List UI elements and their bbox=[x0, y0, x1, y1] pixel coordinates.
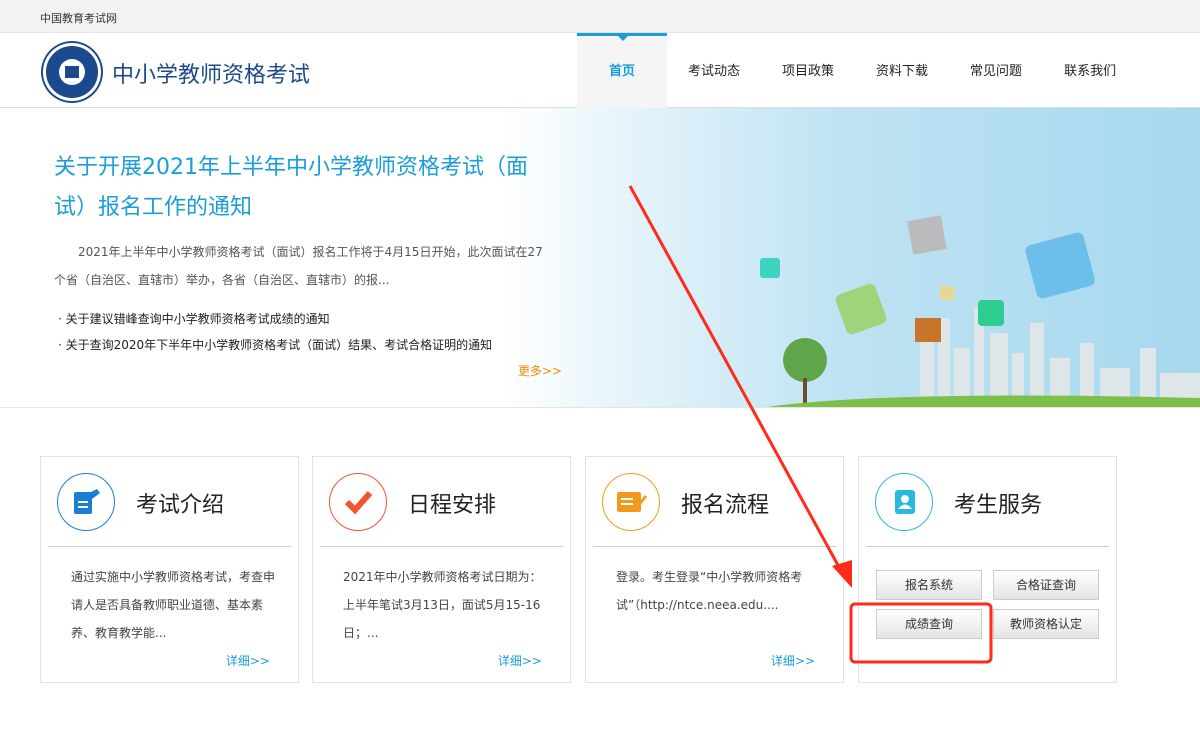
details-link[interactable]: 详细>> bbox=[771, 652, 815, 669]
card-exam-intro: 考试介绍 通过实施中小学教师资格考试，考查申请人是否具备教师职业道德、基本素养、… bbox=[40, 456, 299, 683]
headline-summary: 2021年上半年中小学教师资格考试（面试）报名工作将于4月15日开始，此次面试在… bbox=[54, 245, 543, 287]
form-edit-icon bbox=[602, 473, 660, 531]
floating-cubes-illustration bbox=[760, 215, 1095, 342]
card-candidate-services: 考生服务 报名系统 合格证查询 成绩查询 教师资格认定 bbox=[858, 456, 1117, 683]
more-link[interactable]: 更多>> bbox=[518, 362, 562, 379]
card-title: 日程安排 bbox=[408, 493, 497, 518]
top-bar: 中国教育考试网 bbox=[0, 0, 1200, 33]
card-title: 考生服务 bbox=[954, 493, 1043, 518]
card-description: 通过实施中小学教师资格考试，考查申请人是否具备教师职业道德、基本素养、教育教学能… bbox=[71, 570, 276, 640]
headline-link[interactable]: 关于开展2021年上半年中小学教师资格考试（面试）报名工作的通知 bbox=[54, 148, 554, 228]
site-title[interactable]: 中小学教师资格考试 bbox=[112, 57, 310, 89]
details-link[interactable]: 详细>> bbox=[226, 652, 270, 669]
document-edit-icon bbox=[57, 473, 115, 531]
checkmark-icon bbox=[329, 473, 387, 531]
card-schedule: 日程安排 2021年中小学教师资格考试日期为：上半年笔试3月13日，面试5月15… bbox=[312, 456, 571, 683]
score-query-button[interactable]: 成绩查询 bbox=[876, 609, 982, 639]
header: 中小学教师资格考试 首页 考试动态 项目政策 资料下载 常见问题 联系我们 bbox=[0, 33, 1200, 108]
registration-system-button[interactable]: 报名系统 bbox=[876, 570, 982, 600]
teacher-certification-button[interactable]: 教师资格认定 bbox=[993, 609, 1099, 639]
card-title: 报名流程 bbox=[681, 493, 770, 518]
nav-policy[interactable]: 项目政策 bbox=[761, 33, 855, 108]
nav-exam-news[interactable]: 考试动态 bbox=[667, 33, 761, 108]
certificate-query-button[interactable]: 合格证查询 bbox=[993, 570, 1099, 600]
divider bbox=[593, 546, 836, 547]
contact-book-icon bbox=[875, 473, 933, 531]
divider bbox=[866, 546, 1109, 547]
news-banner: 关于开展2021年上半年中小学教师资格考试（面试）报名工作的通知 2021年上半… bbox=[0, 108, 1200, 408]
news-list: 关于建议错峰查询中小学教师资格考试成绩的通知 关于查询2020年下半年中小学教师… bbox=[58, 306, 493, 358]
nav-contact[interactable]: 联系我们 bbox=[1043, 33, 1137, 108]
nav-faq[interactable]: 常见问题 bbox=[949, 33, 1043, 108]
site-link[interactable]: 中国教育考试网 bbox=[40, 10, 117, 26]
card-description: 登录。考生登录“中小学教师资格考试”（http://ntce.neea.edu.… bbox=[616, 570, 803, 612]
card-registration-process: 报名流程 登录。考生登录“中小学教师资格考试”（http://ntce.neea… bbox=[585, 456, 844, 683]
main-nav: 首页 考试动态 项目政策 资料下载 常见问题 联系我们 bbox=[577, 33, 1137, 108]
news-link[interactable]: 关于查询2020年下半年中小学教师资格考试（面试）结果、考试合格证明的通知 bbox=[58, 332, 493, 358]
card-description: 2021年中小学教师资格考试日期为：上半年笔试3月13日，面试5月15-16日；… bbox=[343, 570, 542, 640]
card-title: 考试介绍 bbox=[136, 493, 225, 518]
divider bbox=[48, 546, 291, 547]
logo-icon[interactable] bbox=[43, 43, 101, 101]
news-link[interactable]: 关于建议错峰查询中小学教师资格考试成绩的通知 bbox=[58, 306, 492, 332]
divider bbox=[320, 546, 563, 547]
nav-downloads[interactable]: 资料下载 bbox=[855, 33, 949, 108]
details-link[interactable]: 详细>> bbox=[498, 652, 542, 669]
nav-home[interactable]: 首页 bbox=[577, 33, 667, 108]
